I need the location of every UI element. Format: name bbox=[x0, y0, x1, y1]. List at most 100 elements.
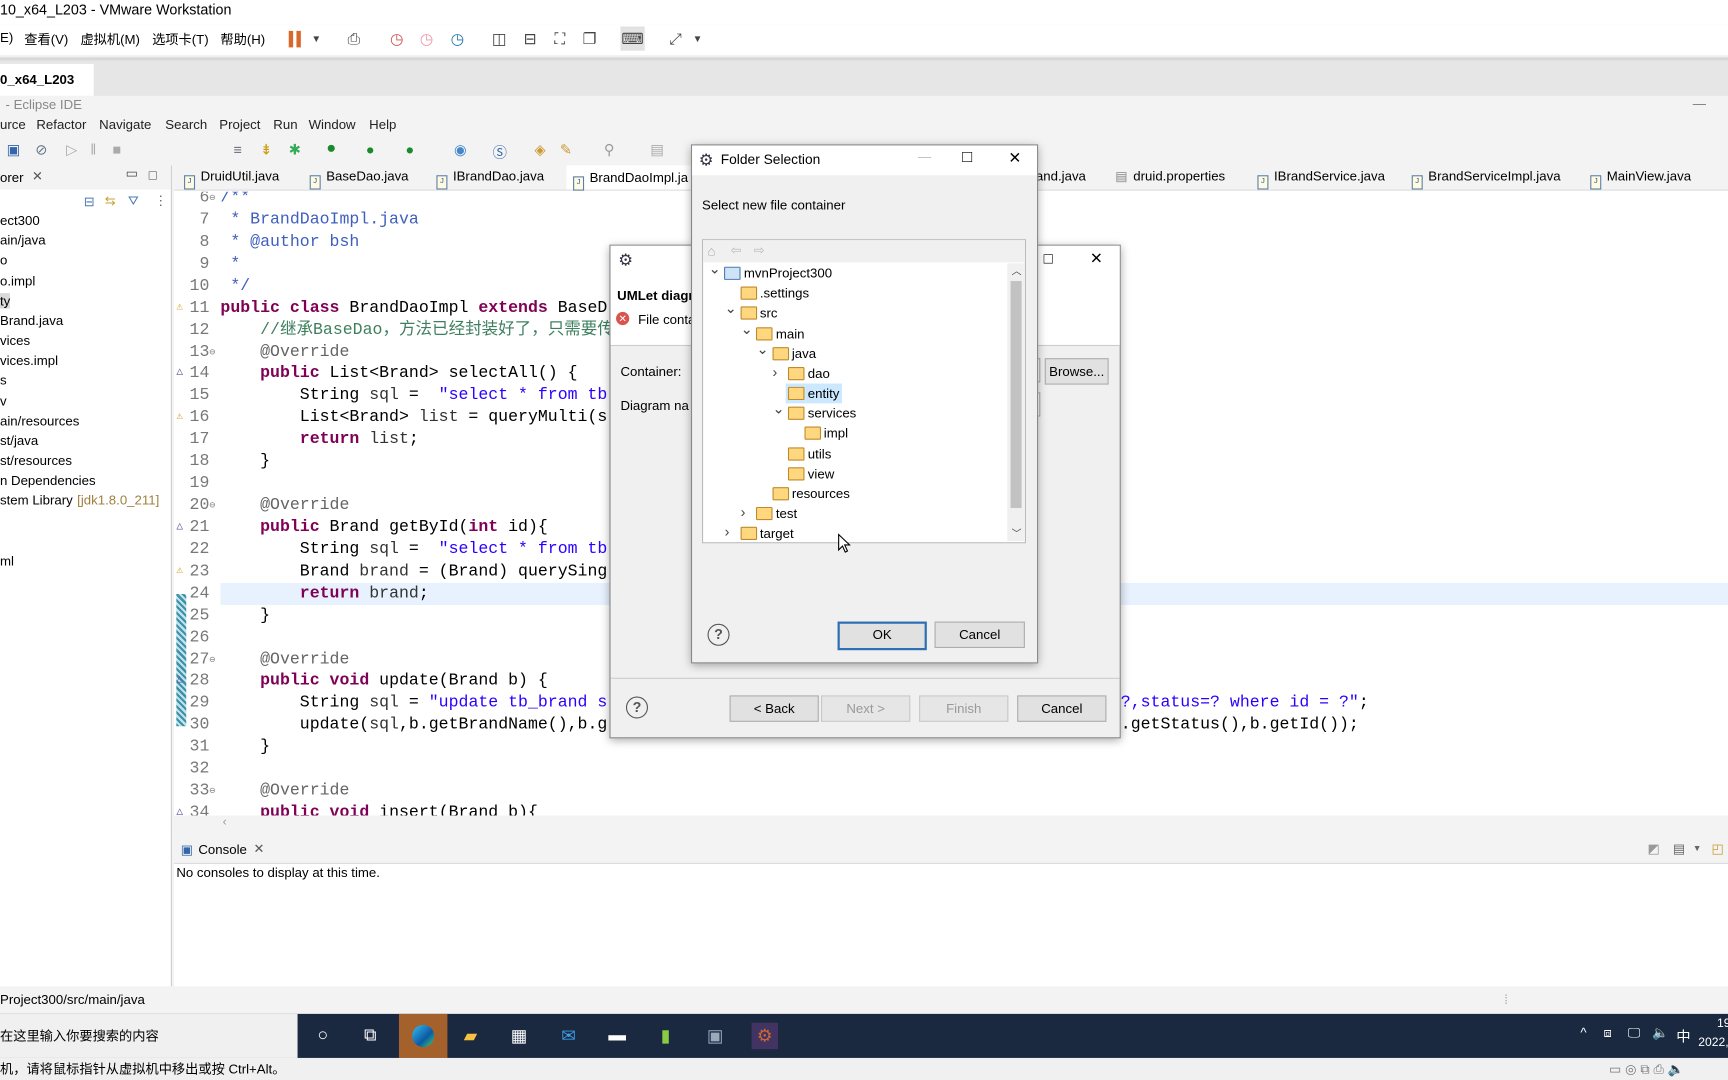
explorer-item[interactable]: vices bbox=[0, 333, 30, 348]
explorer-item[interactable]: Brand.java bbox=[0, 313, 63, 328]
explorer-item[interactable]: ain/java bbox=[0, 233, 46, 248]
menu-window[interactable]: Window bbox=[309, 117, 356, 132]
home-icon[interactable]: ⌂ bbox=[708, 244, 716, 259]
minimize-icon[interactable]: — bbox=[1693, 96, 1706, 111]
scroll-up-icon[interactable]: ︿ bbox=[1012, 263, 1022, 277]
edge-icon[interactable] bbox=[398, 1013, 448, 1058]
fold-icon[interactable]: ⊖ bbox=[209, 649, 215, 671]
explorer-item[interactable]: s bbox=[0, 373, 7, 388]
menu-help[interactable]: Help bbox=[369, 117, 396, 132]
menu-tabs[interactable]: 选项卡(T) bbox=[152, 30, 209, 49]
new-server-icon[interactable]: ◉ bbox=[454, 141, 467, 159]
toggle-icon[interactable]: ▤ bbox=[650, 141, 664, 159]
fold-icon[interactable]: ⊖ bbox=[209, 192, 215, 210]
display-console-icon[interactable]: ▤ bbox=[1673, 841, 1686, 856]
folder-tree-item[interactable]: ⌄ main bbox=[703, 320, 1007, 343]
menu-run[interactable]: Run bbox=[273, 117, 297, 132]
tab-mainview[interactable]: J MainView.java bbox=[1590, 169, 1691, 190]
tab-druid-properties[interactable]: ▤ druid.properties bbox=[1115, 169, 1225, 184]
close-icon[interactable]: ✕ bbox=[253, 841, 264, 856]
menu-source[interactable]: urce bbox=[0, 117, 26, 132]
pin-console-icon[interactable]: ◩ bbox=[1648, 841, 1661, 856]
chevron-down-icon[interactable]: ▼ bbox=[306, 29, 326, 49]
override-icon[interactable]: △ bbox=[176, 517, 183, 539]
snapshot-manager-icon[interactable]: ◷ bbox=[447, 29, 467, 49]
task-view-icon[interactable]: ⧉ bbox=[357, 1023, 383, 1049]
eclipse-icon[interactable]: ⚙ bbox=[751, 1022, 779, 1050]
tab-branddaoimpl[interactable]: J BrandDaoImpl.ja bbox=[566, 165, 695, 191]
send-keys-icon[interactable]: ⎙ bbox=[344, 29, 364, 49]
next-button[interactable]: Next > bbox=[821, 695, 911, 722]
tab-ibrandservice[interactable]: J IBrandService.java bbox=[1257, 169, 1385, 190]
maximize-icon[interactable]: □ bbox=[149, 168, 157, 183]
chevron-down-icon[interactable]: ▼ bbox=[1693, 843, 1702, 853]
console-view-icon[interactable]: ⌨ bbox=[620, 26, 645, 51]
maximize-icon[interactable]: □ bbox=[962, 148, 972, 167]
unity-icon[interactable]: ❐ bbox=[580, 29, 600, 49]
resume-icon[interactable]: ▷ bbox=[66, 141, 77, 159]
back-button[interactable]: < Back bbox=[729, 695, 819, 722]
tab-druidutil[interactable]: J DruidUtil.java bbox=[184, 169, 279, 190]
close-icon[interactable]: ✕ bbox=[32, 169, 43, 184]
vm-tab[interactable]: 0_x64_L203 ✕ bbox=[0, 63, 94, 119]
explorer-item[interactable]: ain/resources bbox=[0, 413, 79, 428]
warning-icon[interactable]: ⚠ bbox=[176, 407, 183, 429]
pause-icon[interactable] bbox=[284, 29, 304, 49]
chevron-down-icon[interactable]: ⌄ bbox=[741, 319, 753, 339]
forward-arrow-icon[interactable]: ⇨ bbox=[754, 242, 765, 257]
library-icon[interactable]: ◫ bbox=[489, 29, 509, 49]
finish-button[interactable]: Finish bbox=[919, 695, 1009, 722]
snapshot-icon[interactable]: ◷ bbox=[387, 29, 407, 49]
explorer-item[interactable]: ty bbox=[0, 292, 11, 309]
chevron-down-icon[interactable]: ▼ bbox=[688, 29, 708, 49]
browse-button[interactable]: Browse... bbox=[1044, 358, 1109, 385]
menu-vm[interactable]: 虚拟机(M) bbox=[80, 30, 140, 49]
chevron-down-icon[interactable]: ⌄ bbox=[773, 399, 785, 419]
override-icon[interactable]: △ bbox=[176, 671, 183, 693]
chevron-right-icon[interactable]: › bbox=[741, 503, 752, 523]
console-tab[interactable]: Console bbox=[198, 842, 247, 857]
vertical-scrollbar[interactable]: ︿ ﹀ bbox=[1007, 263, 1025, 542]
menu-project[interactable]: Project bbox=[219, 117, 260, 132]
menu-edit[interactable]: E) bbox=[0, 30, 13, 45]
search-tool-icon[interactable]: ✎ bbox=[560, 141, 572, 159]
notepad-icon[interactable]: ▮ bbox=[652, 1023, 678, 1049]
step-filter-icon[interactable]: ⇟ bbox=[260, 141, 272, 159]
collapse-all-icon[interactable]: ⊟ bbox=[84, 194, 95, 209]
cancel-button[interactable]: Cancel bbox=[1017, 695, 1107, 722]
folder-tree[interactable]: ⌄ mvnProject300 .settings ⌄ src ⌄ main ⌄ java › da… bbox=[703, 263, 1007, 541]
folder-tree-item[interactable]: ⌄ mvnProject300 bbox=[703, 263, 1007, 283]
view-menu-icon[interactable]: ⋮ bbox=[154, 193, 167, 208]
tab-basedao[interactable]: J BaseDao.java bbox=[309, 169, 409, 190]
step-icon[interactable]: ≡ bbox=[234, 141, 242, 158]
skip-breakpoints-icon[interactable]: ⊘ bbox=[35, 141, 47, 159]
ime-indicator[interactable]: 中 bbox=[1676, 1025, 1690, 1046]
volume-icon[interactable]: 🔈 bbox=[1652, 1025, 1668, 1040]
folder-tree-item[interactable]: utils bbox=[703, 444, 1007, 464]
menu-navigate[interactable]: Navigate bbox=[99, 117, 151, 132]
terminal-icon[interactable]: ▬ bbox=[604, 1023, 630, 1049]
external-tools-icon[interactable]: ● bbox=[406, 141, 415, 158]
clock-time[interactable]: 19 bbox=[1717, 1017, 1728, 1030]
explorer-item[interactable]: o bbox=[0, 253, 7, 268]
device-icons[interactable]: ▭ ◎ ⧉ ⎙ 🔈 bbox=[1609, 1058, 1684, 1080]
close-icon[interactable]: ✕ bbox=[1008, 149, 1021, 168]
chevron-down-icon[interactable]: ⌄ bbox=[757, 339, 769, 359]
folder-tree-item[interactable]: impl bbox=[703, 424, 1007, 444]
override-icon[interactable]: △ bbox=[176, 802, 183, 816]
run-icon[interactable]: ● bbox=[326, 139, 336, 158]
cortana-icon[interactable]: ○ bbox=[310, 1023, 336, 1049]
folder-tree-item[interactable]: ⌄ services bbox=[703, 400, 1007, 424]
terminate-icon[interactable]: ■ bbox=[112, 141, 121, 158]
warning-icon[interactable]: ⚠ bbox=[176, 297, 183, 319]
maximize-icon[interactable]: □ bbox=[1044, 249, 1053, 267]
annotation-icon[interactable]: ⚲ bbox=[604, 141, 615, 159]
clock-date[interactable]: 2022, bbox=[1698, 1036, 1728, 1049]
store-icon[interactable]: ▦ bbox=[506, 1023, 532, 1049]
back-arrow-icon[interactable]: ⇦ bbox=[731, 242, 742, 257]
folder-tree-item[interactable]: › dao bbox=[703, 364, 1007, 384]
help-icon[interactable]: ? bbox=[707, 623, 730, 646]
thumbnail-icon[interactable]: ⊟ bbox=[520, 29, 540, 49]
explorer-item[interactable]: vices.impl bbox=[0, 353, 58, 368]
menu-refactor[interactable]: Refactor bbox=[36, 117, 86, 132]
